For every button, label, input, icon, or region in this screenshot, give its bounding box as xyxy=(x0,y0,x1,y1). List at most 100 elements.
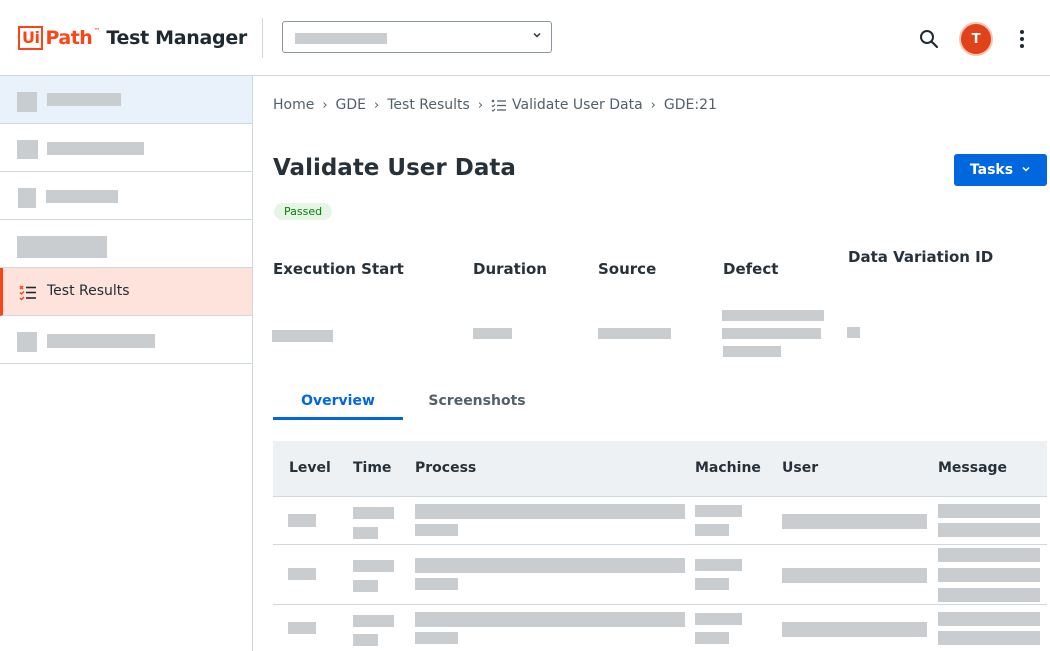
level-cell xyxy=(288,568,316,580)
top-header: Ui Path ™ Test Manager T xyxy=(0,0,1050,76)
breadcrumb-project[interactable]: GDE xyxy=(336,97,366,113)
logo-brand-ui: Ui xyxy=(18,26,44,50)
machine-cell xyxy=(695,613,742,625)
user-cell xyxy=(782,514,927,529)
machine-cell xyxy=(695,559,742,571)
tasks-button[interactable]: Tasks xyxy=(954,154,1047,186)
breadcrumb-current: GDE:21 xyxy=(663,97,717,113)
sidebar-item-3[interactable] xyxy=(0,172,252,220)
machine-cell xyxy=(695,524,729,536)
sidebar-item-label-placeholder xyxy=(47,334,155,348)
table-row[interactable] xyxy=(273,497,1047,545)
time-cell xyxy=(353,580,378,592)
chevron-right-icon: › xyxy=(477,97,484,113)
test-results-icon xyxy=(18,282,38,302)
message-cell xyxy=(938,548,1040,562)
level-cell xyxy=(288,514,316,527)
source-value xyxy=(598,328,671,339)
data-variation-id-header: Data Variation ID xyxy=(848,248,994,266)
chevron-down-icon xyxy=(1021,162,1031,178)
message-cell xyxy=(938,504,1040,518)
user-avatar[interactable]: T xyxy=(961,24,991,54)
chevron-right-icon: › xyxy=(650,97,656,113)
sidebar-item-label-placeholder xyxy=(46,190,118,203)
time-cell xyxy=(353,634,378,646)
execution-start-value xyxy=(272,330,333,342)
message-cell xyxy=(938,523,1040,537)
sidebar-item-1[interactable] xyxy=(0,76,252,124)
sidebar-item-icon-placeholder xyxy=(17,92,37,112)
column-header-user[interactable]: User xyxy=(782,460,818,476)
sidebar-item-label: Test Results xyxy=(47,283,130,299)
tab-overview[interactable]: Overview xyxy=(273,393,403,409)
breadcrumb-home[interactable]: Home xyxy=(273,97,314,113)
table-row[interactable] xyxy=(273,545,1047,605)
page-title: Validate User Data xyxy=(273,155,516,181)
time-cell xyxy=(353,615,394,627)
test-case-icon xyxy=(491,97,507,113)
breadcrumb: Home › GDE › Test Results › Validate Use… xyxy=(273,97,717,113)
message-cell xyxy=(938,612,1040,626)
sidebar-item-4[interactable] xyxy=(0,220,252,268)
more-vert-icon[interactable] xyxy=(1012,27,1032,51)
message-cell xyxy=(938,631,1040,645)
message-cell xyxy=(938,568,1040,582)
time-cell xyxy=(353,527,378,539)
time-cell xyxy=(353,560,394,572)
user-cell xyxy=(782,568,927,583)
duration-header: Duration xyxy=(473,260,547,278)
logs-table-header: Level Time Process Machine User Message xyxy=(273,441,1047,497)
header-divider xyxy=(262,18,263,58)
uipath-logo[interactable]: Ui Path ™ Test Manager xyxy=(18,26,247,50)
active-tab-indicator xyxy=(273,417,403,420)
user-cell xyxy=(782,622,927,637)
machine-cell xyxy=(695,578,729,590)
status-badge: Passed xyxy=(274,203,333,220)
process-cell xyxy=(415,632,458,644)
defect-value-line-3 xyxy=(723,346,781,357)
breadcrumb-test-case[interactable]: Validate User Data xyxy=(512,97,643,113)
sidebar-item-2[interactable] xyxy=(0,124,252,172)
machine-cell xyxy=(695,505,742,517)
sidebar-item-label-placeholder xyxy=(47,142,144,155)
tenant-select-value-placeholder xyxy=(295,33,387,44)
sidebar-item-6[interactable] xyxy=(0,316,252,364)
sidebar-item-label-placeholder xyxy=(17,236,107,258)
machine-cell xyxy=(695,632,729,644)
sidebar-item-label-placeholder xyxy=(47,93,121,106)
sidebar-item-test-results[interactable]: Test Results xyxy=(0,268,252,316)
breadcrumb-test-results[interactable]: Test Results xyxy=(387,97,470,113)
column-header-process[interactable]: Process xyxy=(415,460,476,476)
chevron-right-icon: › xyxy=(374,97,380,113)
table-row[interactable] xyxy=(273,605,1047,651)
process-cell xyxy=(415,504,685,519)
defect-header: Defect xyxy=(723,260,779,278)
column-header-message[interactable]: Message xyxy=(938,460,1007,476)
tab-screenshots[interactable]: Screenshots xyxy=(412,393,542,409)
sidebar-item-icon-placeholder xyxy=(18,188,36,208)
sidebar-item-icon-placeholder xyxy=(17,332,37,352)
product-name: Test Manager xyxy=(106,27,248,49)
chevron-down-icon xyxy=(531,29,543,44)
sidebar: Test Results xyxy=(0,76,253,651)
execution-start-header: Execution Start xyxy=(273,260,404,278)
message-cell xyxy=(938,588,1040,602)
tasks-button-label: Tasks xyxy=(969,162,1014,178)
defect-value-line-1 xyxy=(722,310,824,321)
column-header-time[interactable]: Time xyxy=(353,460,391,476)
source-header: Source xyxy=(598,260,657,278)
chevron-right-icon: › xyxy=(322,97,328,113)
process-cell xyxy=(415,612,685,627)
process-cell xyxy=(415,578,458,590)
column-header-level[interactable]: Level xyxy=(289,460,331,476)
logo-trademark: ™ xyxy=(93,27,101,35)
time-cell xyxy=(353,507,394,519)
data-variation-id-value xyxy=(847,327,860,338)
column-header-machine[interactable]: Machine xyxy=(695,460,761,476)
tenant-select[interactable] xyxy=(282,21,552,53)
logo-brand-path: Path xyxy=(45,27,93,49)
duration-value xyxy=(473,328,512,339)
search-icon[interactable] xyxy=(916,26,942,52)
process-cell xyxy=(415,558,685,573)
defect-value-line-2 xyxy=(722,328,821,339)
